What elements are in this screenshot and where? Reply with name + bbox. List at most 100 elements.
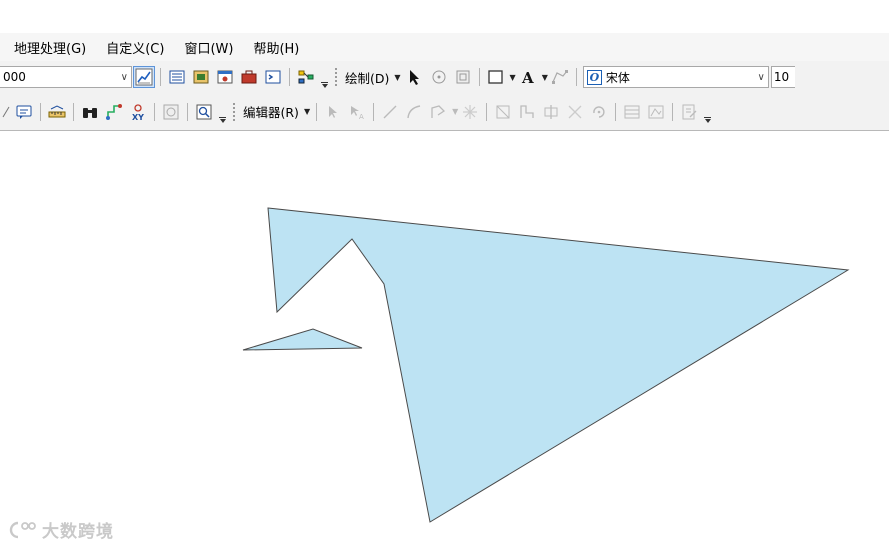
draw-menu-label: 绘制(D) bbox=[345, 70, 390, 86]
toolbar-grip[interactable] bbox=[335, 68, 339, 86]
line-icon bbox=[2, 106, 10, 117]
rectangle-icon bbox=[487, 70, 503, 84]
dropdown-arrow-icon: ▼ bbox=[394, 72, 401, 82]
arrow-pointer-icon bbox=[409, 70, 419, 85]
time-slider-button[interactable] bbox=[160, 101, 182, 123]
vertices-icon bbox=[496, 105, 510, 118]
model-builder-icon bbox=[298, 70, 314, 84]
binoculars-icon bbox=[83, 107, 97, 118]
xy-icon: XY bbox=[132, 103, 144, 121]
toolbar-overflow-button[interactable] bbox=[320, 66, 329, 88]
partial-tool-button[interactable] bbox=[1, 101, 11, 123]
font-family-combo[interactable]: O 宋体 ∨ bbox=[582, 66, 769, 88]
create-features-button[interactable] bbox=[678, 101, 700, 123]
trace-button[interactable] bbox=[427, 101, 449, 123]
menu-window[interactable]: 窗口(W) bbox=[184, 38, 233, 57]
menu-customize[interactable]: 自定义(C) bbox=[106, 38, 164, 57]
menu-help[interactable]: 帮助(H) bbox=[253, 38, 299, 57]
font-family-value: 宋体 bbox=[605, 70, 630, 85]
dropdown-arrow-icon[interactable]: ▼ bbox=[542, 73, 548, 82]
separator bbox=[486, 102, 488, 121]
annotation-arrow-icon: A bbox=[351, 105, 364, 121]
split-tool-button[interactable] bbox=[564, 101, 586, 123]
search-window-button[interactable] bbox=[214, 66, 236, 88]
ruler-icon bbox=[48, 104, 66, 117]
arctoolbox-button[interactable] bbox=[238, 66, 260, 88]
edit-chart-icon bbox=[135, 68, 153, 86]
cut-polygon-icon bbox=[544, 104, 558, 119]
rotate-feature-button[interactable] bbox=[588, 101, 610, 123]
measure-button[interactable] bbox=[46, 101, 68, 123]
separator bbox=[316, 102, 318, 121]
go-to-xy-button[interactable]: XY bbox=[127, 101, 149, 123]
point-tool-button[interactable] bbox=[459, 101, 481, 123]
watermark-logo-icon bbox=[9, 521, 36, 538]
reshape-icon bbox=[520, 104, 534, 118]
cut-polygons-button[interactable] bbox=[540, 101, 562, 123]
end-point-arc-button[interactable] bbox=[403, 101, 425, 123]
find-button[interactable] bbox=[79, 101, 101, 123]
clock-icon bbox=[163, 104, 179, 119]
straight-segment-button[interactable] bbox=[379, 101, 401, 123]
dropdown-arrow-icon: ▼ bbox=[303, 107, 311, 116]
edit-annotation-button[interactable]: A bbox=[346, 101, 368, 123]
svg-text:XY: XY bbox=[132, 113, 144, 121]
sketch-properties-button[interactable] bbox=[645, 101, 667, 123]
font-size-combo[interactable]: 10 bbox=[770, 66, 795, 88]
menu-geoprocessing[interactable]: 地理处理(G) bbox=[14, 38, 86, 57]
font-type-icon: O bbox=[586, 69, 602, 85]
toc-icon bbox=[169, 70, 185, 84]
editor-menu-button[interactable]: 编辑器(R) ▼ bbox=[241, 102, 312, 121]
select-elements-button[interactable] bbox=[404, 66, 426, 88]
attributes-button[interactable] bbox=[621, 101, 643, 123]
attributes-table-icon bbox=[624, 105, 640, 118]
editor-menu-label: 编辑器(R) bbox=[243, 105, 299, 120]
standard-toolbar: 000 ∨ 绘制(D) ▼ ▼ A ▼ O 宋体 ∨ 10 bbox=[0, 61, 889, 93]
catalog-icon bbox=[193, 70, 209, 84]
edit-tool-button[interactable] bbox=[322, 101, 344, 123]
edit-vertices-tool-button[interactable] bbox=[492, 101, 514, 123]
separator bbox=[672, 102, 674, 121]
split-icon bbox=[568, 105, 582, 118]
rotate-button[interactable] bbox=[428, 66, 450, 88]
sketch-properties-icon bbox=[648, 105, 664, 118]
arc-icon bbox=[407, 104, 421, 118]
separator bbox=[478, 68, 480, 86]
rotate-feature-icon bbox=[593, 105, 605, 118]
table-of-contents-button[interactable] bbox=[166, 66, 188, 88]
new-text-button[interactable]: A bbox=[517, 66, 539, 88]
python-window-button[interactable] bbox=[262, 66, 284, 88]
window-icon bbox=[217, 70, 233, 84]
route-icon bbox=[106, 103, 122, 120]
title-area bbox=[0, 0, 889, 33]
edit-vertices-button[interactable] bbox=[549, 66, 571, 88]
svg-text:A: A bbox=[521, 69, 534, 86]
font-size-value: 10 bbox=[773, 70, 790, 84]
separator bbox=[73, 102, 74, 121]
create-features-icon bbox=[682, 104, 697, 119]
toolbar-grip[interactable] bbox=[233, 102, 237, 121]
map-scale-combo[interactable]: 000 ∨ bbox=[0, 66, 132, 88]
polygon-feature-large[interactable] bbox=[267, 207, 850, 523]
polygon-feature-small[interactable] bbox=[242, 328, 363, 351]
model-builder-button[interactable] bbox=[295, 66, 317, 88]
dropdown-arrow-icon[interactable]: ▼ bbox=[452, 107, 458, 116]
toolbar-overflow-button[interactable] bbox=[218, 101, 227, 123]
zoom-elements-icon bbox=[456, 70, 470, 84]
chevron-down-icon[interactable]: ∨ bbox=[121, 72, 128, 83]
chevron-down-icon[interactable]: ∨ bbox=[758, 72, 765, 83]
dropdown-arrow-icon[interactable]: ▼ bbox=[510, 73, 516, 82]
popup-icon bbox=[16, 105, 32, 119]
editor-toolbar-toggle-button[interactable] bbox=[133, 66, 155, 88]
catalog-button[interactable] bbox=[190, 66, 212, 88]
viewer-window-button[interactable] bbox=[193, 101, 215, 123]
zoom-to-selected-elements-button[interactable] bbox=[452, 66, 474, 88]
find-route-button[interactable] bbox=[103, 101, 125, 123]
toolbar-overflow-button[interactable] bbox=[703, 101, 712, 123]
html-popup-button[interactable] bbox=[13, 101, 35, 123]
reshape-feature-button[interactable] bbox=[516, 101, 538, 123]
toolbox-icon bbox=[241, 70, 257, 84]
rectangle-tool-button[interactable] bbox=[485, 66, 507, 88]
map-canvas[interactable] bbox=[0, 132, 889, 549]
draw-menu-button[interactable]: 绘制(D) ▼ bbox=[343, 68, 403, 87]
